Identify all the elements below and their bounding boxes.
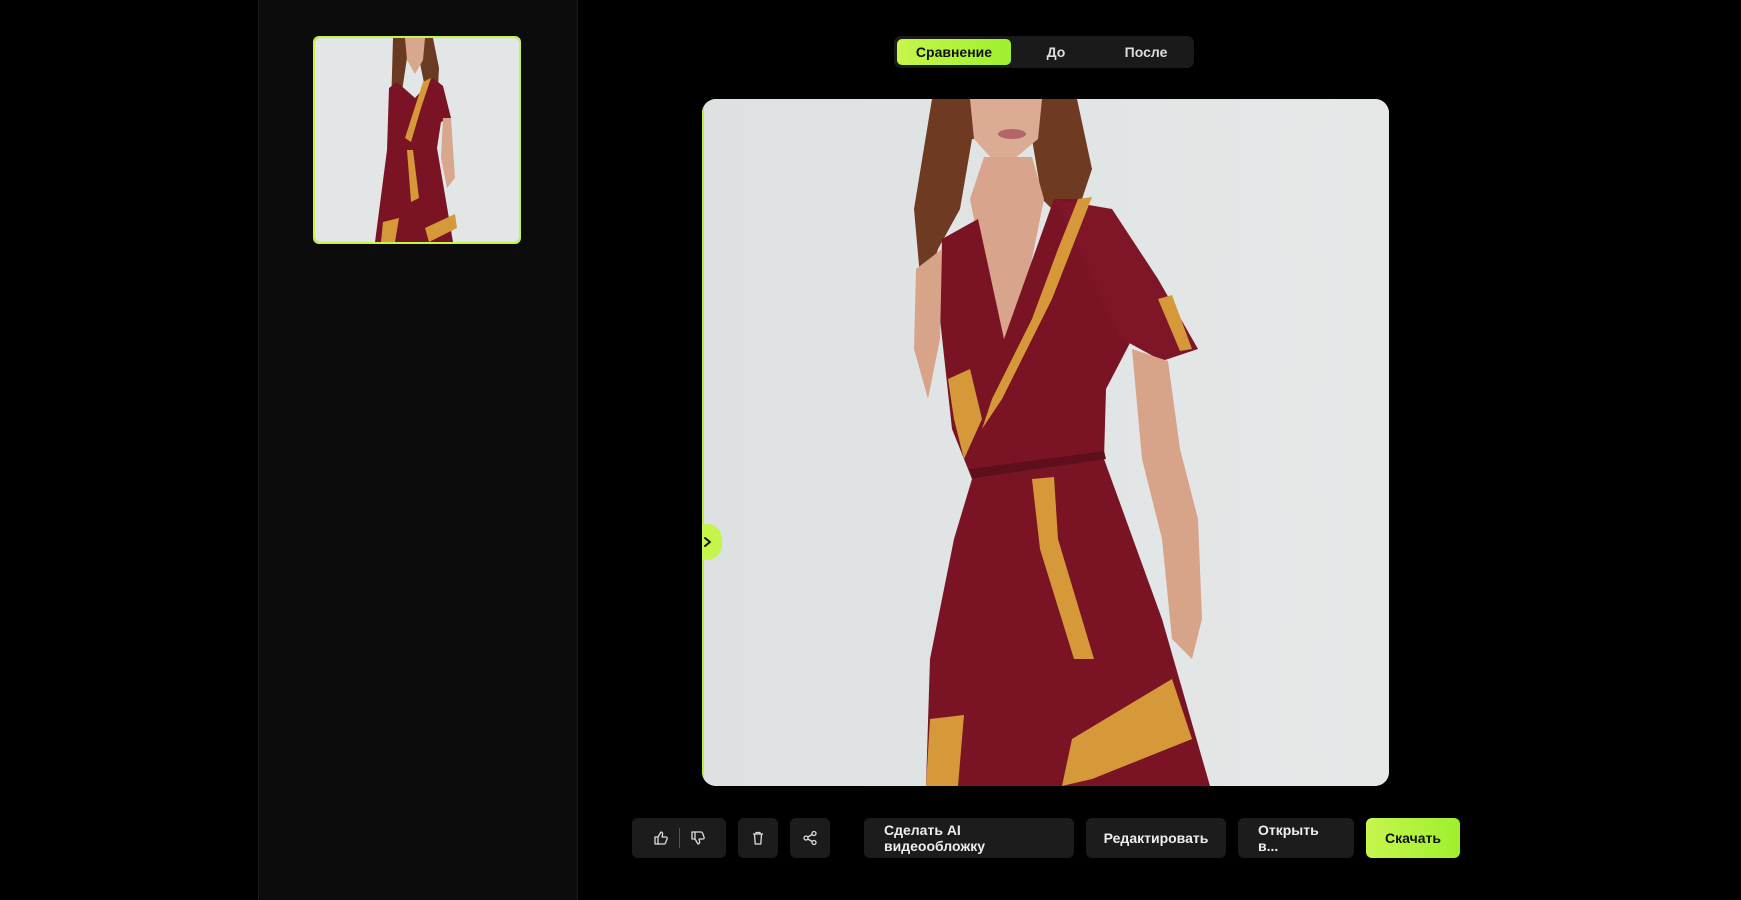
- trash-icon: [753, 831, 763, 845]
- share-button[interactable]: [790, 818, 830, 858]
- share-icon: [803, 830, 817, 846]
- open-in-button[interactable]: Открыть в...: [1238, 818, 1354, 858]
- chevron-right-icon: [704, 537, 711, 547]
- history-thumbnail-selected[interactable]: [313, 36, 521, 244]
- thumbnail-image: [315, 38, 519, 242]
- comparison-viewer[interactable]: [702, 99, 1389, 786]
- history-sidebar: [258, 0, 578, 900]
- rating-group: [632, 818, 726, 858]
- delete-button[interactable]: [738, 818, 778, 858]
- thumbs-down-icon: [690, 831, 705, 845]
- tab-before[interactable]: До: [1011, 39, 1101, 65]
- download-button[interactable]: Скачать: [1366, 818, 1460, 858]
- action-toolbar: Сделать AI видеообложку Редактировать От…: [632, 818, 1460, 858]
- main-area: Сравнение До После Сделать AI видеооблож…: [578, 0, 1741, 900]
- compare-mode-tabs: Сравнение До После: [894, 36, 1194, 68]
- dislike-button[interactable]: [690, 830, 706, 846]
- left-gutter: [0, 0, 258, 900]
- tab-after[interactable]: После: [1101, 39, 1191, 65]
- rating-divider: [678, 828, 680, 848]
- comparison-divider-line: [702, 99, 704, 786]
- thumbs-up-icon: [653, 831, 668, 845]
- edit-button[interactable]: Редактировать: [1086, 818, 1226, 858]
- result-image: [702, 99, 1389, 786]
- tab-compare[interactable]: Сравнение: [897, 39, 1011, 65]
- make-ai-video-cover-button[interactable]: Сделать AI видеообложку: [864, 818, 1074, 858]
- like-button[interactable]: [653, 830, 669, 846]
